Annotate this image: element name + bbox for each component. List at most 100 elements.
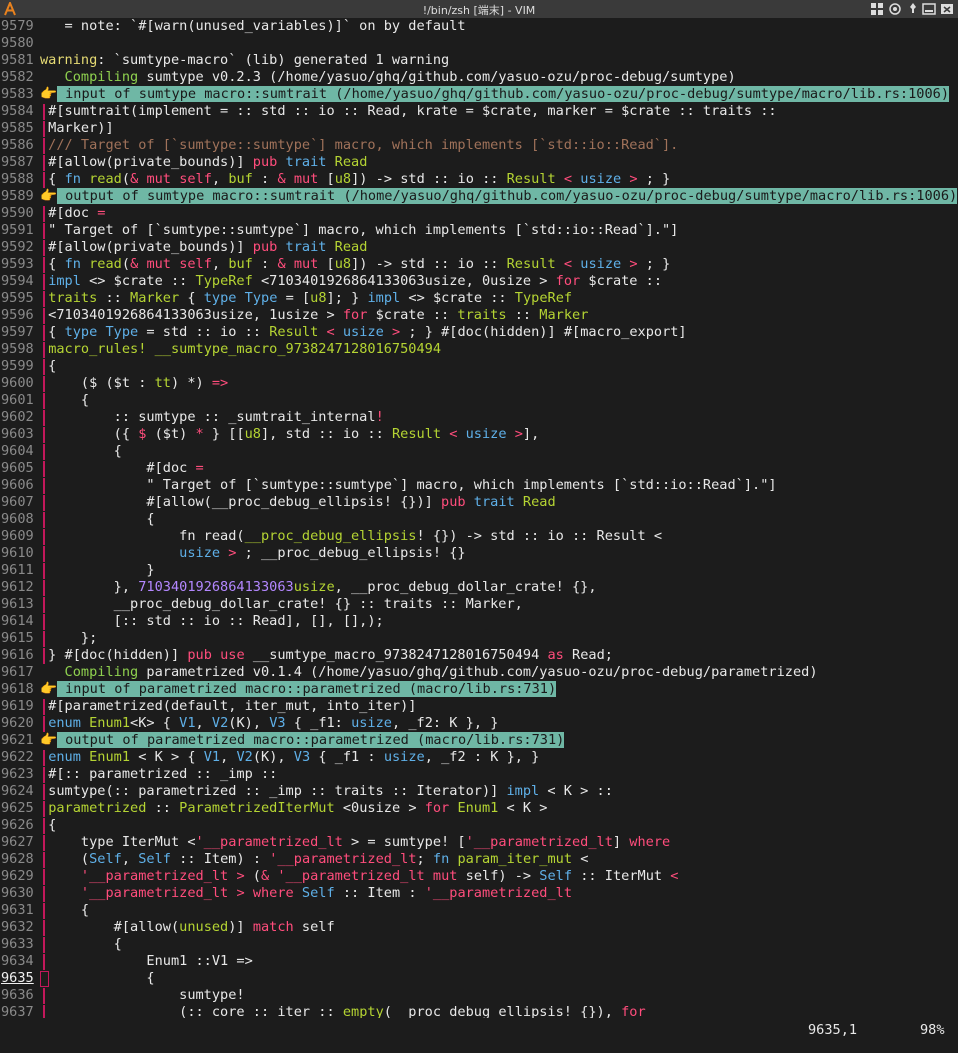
buffer-line[interactable]: 9586 /// Target of [`sumtype::sumtype`] … xyxy=(0,137,958,154)
buffer-line[interactable]: 9580 xyxy=(0,35,958,52)
code-token: V1 xyxy=(179,715,196,731)
line-number: 9636 xyxy=(1,987,34,1003)
buffer-line[interactable]: 9598 macro_rules! __sumtype_macro_973824… xyxy=(0,341,958,358)
buffer-line[interactable]: 9597 { type Type = std :: io :: Result <… xyxy=(0,324,958,341)
vim-buffer[interactable]: 9579 = note: `#[warn(unused_variables)]`… xyxy=(0,18,958,1021)
move-icon[interactable] xyxy=(888,2,902,16)
code-token: sumtype! xyxy=(40,987,245,1003)
code-token: #[allow(private_bounds)] xyxy=(40,239,253,255)
code-text: ($ ($t : tt) *) => xyxy=(40,375,228,392)
close-icon[interactable] xyxy=(940,2,954,16)
buffer-line[interactable]: 9607 #[allow(__proc_debug_ellipsis! {})]… xyxy=(0,494,958,511)
buffer-line[interactable]: 9590 #[doc = xyxy=(0,205,958,222)
buffer-line[interactable]: 9616 } #[doc(hidden)] pub use __sumtype_… xyxy=(0,647,958,664)
buffer-line[interactable]: 9584 #[sumtrait(implement = :: std :: io… xyxy=(0,103,958,120)
buffer-line[interactable]: 9624 sumtype(:: parametrized :: _imp :: … xyxy=(0,783,958,800)
buffer-line[interactable]: 9632 #[allow(unused)] match self xyxy=(0,919,958,936)
code-token: sumtype(:: parametrized :: _imp :: trait… xyxy=(40,783,507,799)
buffer-line[interactable]: 9613 __proc_debug_dollar_crate! {} :: tr… xyxy=(0,596,958,613)
buffer-line[interactable]: 9600 ($ ($t : tt) *) => xyxy=(0,375,958,392)
tile-icon[interactable] xyxy=(870,2,884,16)
buffer-line[interactable]: 9592 #[allow(private_bounds)] pub trait … xyxy=(0,239,958,256)
code-token: #[doc xyxy=(40,460,196,476)
buffer-line[interactable]: 9588 { fn read(& mut self, buf : & mut [… xyxy=(0,171,958,188)
code-token: for xyxy=(424,800,450,816)
buffer-line[interactable]: 9618 👉 input of parametrized macro::param… xyxy=(0,681,958,698)
buffer-line[interactable]: 9595 traits :: Marker { type Type = [u8]… xyxy=(0,290,958,307)
buffer-line[interactable]: 9633 { xyxy=(0,936,958,953)
buffer-line[interactable]: 9611 } xyxy=(0,562,958,579)
buffer-line[interactable]: 9605 #[doc = xyxy=(0,460,958,477)
buffer-line[interactable]: 9603 ({ $ ($t) * } [[u8], std :: io :: R… xyxy=(0,426,958,443)
code-token: { xyxy=(40,324,65,340)
code-token: type xyxy=(203,290,237,306)
buffer-line[interactable]: 9608 { xyxy=(0,511,958,528)
line-number: 9586 xyxy=(1,137,34,153)
code-token: <K> { xyxy=(130,715,180,731)
buffer-line[interactable]: 9635 { xyxy=(0,970,958,987)
code-token: }; xyxy=(40,630,98,646)
buffer-line[interactable]: 9612 }, 7103401926864133063usize, __proc… xyxy=(0,579,958,596)
line-number: 9619 xyxy=(1,698,34,714)
buffer-line[interactable]: 9617 Compiling parametrized v0.1.4 (/hom… xyxy=(0,664,958,681)
buffer-line[interactable]: 9602 :: sumtype :: _sumtrait_internal! xyxy=(0,409,958,426)
buffer-line[interactable]: 9589 👉 output of sumtype macro::sumtrait … xyxy=(0,188,958,205)
line-number: 9631 xyxy=(1,902,34,918)
scroll-percent: 98% xyxy=(920,1022,945,1038)
buffer-line[interactable]: 9601 { xyxy=(0,392,958,409)
code-token: ]; } xyxy=(326,290,368,306)
code-token: u8 xyxy=(334,256,352,272)
code-text: #[allow(__proc_debug_ellipsis! {})] pub … xyxy=(40,494,555,511)
buffer-line[interactable]: 9628 (Self, Self :: Item) : '__parametri… xyxy=(0,851,958,868)
buffer-line[interactable]: 9587 #[allow(private_bounds)] pub trait … xyxy=(0,154,958,171)
buffer-line[interactable]: 9615 }; xyxy=(0,630,958,647)
code-token: (K), xyxy=(252,749,294,765)
line-number: 9600 xyxy=(1,375,34,391)
buffer-line[interactable]: 9593 { fn read(& mut self, buf : & mut [… xyxy=(0,256,958,273)
buffer-line[interactable]: 9629 '__parametrized_lt > (& '__parametr… xyxy=(0,868,958,885)
buffer-line[interactable]: 9631 { xyxy=(0,902,958,919)
code-token: Marker xyxy=(130,290,180,306)
buffer-line[interactable]: 9621 👉 output of parametrized macro::para… xyxy=(0,732,958,749)
buffer-line[interactable]: 9610 usize > ; __proc_debug_ellipsis! {} xyxy=(0,545,958,562)
buffer-line[interactable]: 9582 Compiling sumtype v0.2.3 (/home/yas… xyxy=(0,69,958,86)
buffer-line[interactable]: 9591 " Target of [`sumtype::sumtype`] ma… xyxy=(0,222,958,239)
code-text: }; xyxy=(40,630,97,647)
buffer-line[interactable]: 9634 Enum1 ::V1 => xyxy=(0,953,958,970)
buffer-line[interactable]: 9623 #[:: parametrized :: _imp :: xyxy=(0,766,958,783)
code-text: (Self, Self :: Item) : '__parametrized_l… xyxy=(40,851,589,868)
buffer-line[interactable]: 9585 Marker)] xyxy=(0,120,958,137)
buffer-line[interactable]: 9627 type IterMut <'__parametrized_lt > … xyxy=(0,834,958,851)
code-token: Self xyxy=(89,851,122,867)
buffer-line[interactable]: 9625 parametrized :: ParametrizedIterMut… xyxy=(0,800,958,817)
code-text: <7103401926864133063usize, 1usize > for … xyxy=(40,307,588,324)
code-token: , xyxy=(195,715,212,731)
code-token: & xyxy=(261,868,270,884)
buffer-line[interactable]: 9620 enum Enum1<K> { V1, V2(K), V3 { _f1… xyxy=(0,715,958,732)
buffer-line[interactable]: 9609 fn read(__proc_debug_ellipsis! {}) … xyxy=(0,528,958,545)
line-number: 9621 xyxy=(1,732,34,748)
code-token: '__parametrized_lt xyxy=(80,885,229,901)
code-token: where xyxy=(629,834,671,850)
minimize-icon[interactable] xyxy=(922,2,936,16)
buffer-line[interactable]: 9619 #[parametrized(default, iter_mut, i… xyxy=(0,698,958,715)
buffer-line[interactable]: 9614 [:: std :: io :: Read], [], [],); xyxy=(0,613,958,630)
buffer-line[interactable]: 9630 '__parametrized_lt > where Self :: … xyxy=(0,885,958,902)
buffer-line[interactable]: 9636 sumtype! xyxy=(0,987,958,1004)
buffer-line[interactable]: 9599 { xyxy=(0,358,958,375)
buffer-line[interactable]: 9604 { xyxy=(0,443,958,460)
buffer-line[interactable]: 9606 " Target of [`sumtype::sumtype`] ma… xyxy=(0,477,958,494)
buffer-line[interactable]: 9594 impl <> $crate :: TypeRef <71034019… xyxy=(0,273,958,290)
buffer-line[interactable]: 9596 <7103401926864133063usize, 1usize >… xyxy=(0,307,958,324)
line-number: 9587 xyxy=(1,154,34,170)
code-token: Self xyxy=(138,851,171,867)
line-number: 9608 xyxy=(1,511,34,527)
buffer-line[interactable]: 9581 warning: `sumtype-macro` (lib) gener… xyxy=(0,52,958,69)
pin-icon[interactable] xyxy=(906,2,920,16)
buffer-line[interactable]: 9622 enum Enum1 < K > { V1, V2(K), V3 { … xyxy=(0,749,958,766)
code-token: <> $crate :: xyxy=(400,290,515,306)
buffer-line[interactable]: 9583 👉 input of sumtype macro::sumtrait (… xyxy=(0,86,958,103)
buffer-line[interactable]: 9626 { xyxy=(0,817,958,834)
buffer-line[interactable]: 9579 = note: `#[warn(unused_variables)]`… xyxy=(0,18,958,35)
